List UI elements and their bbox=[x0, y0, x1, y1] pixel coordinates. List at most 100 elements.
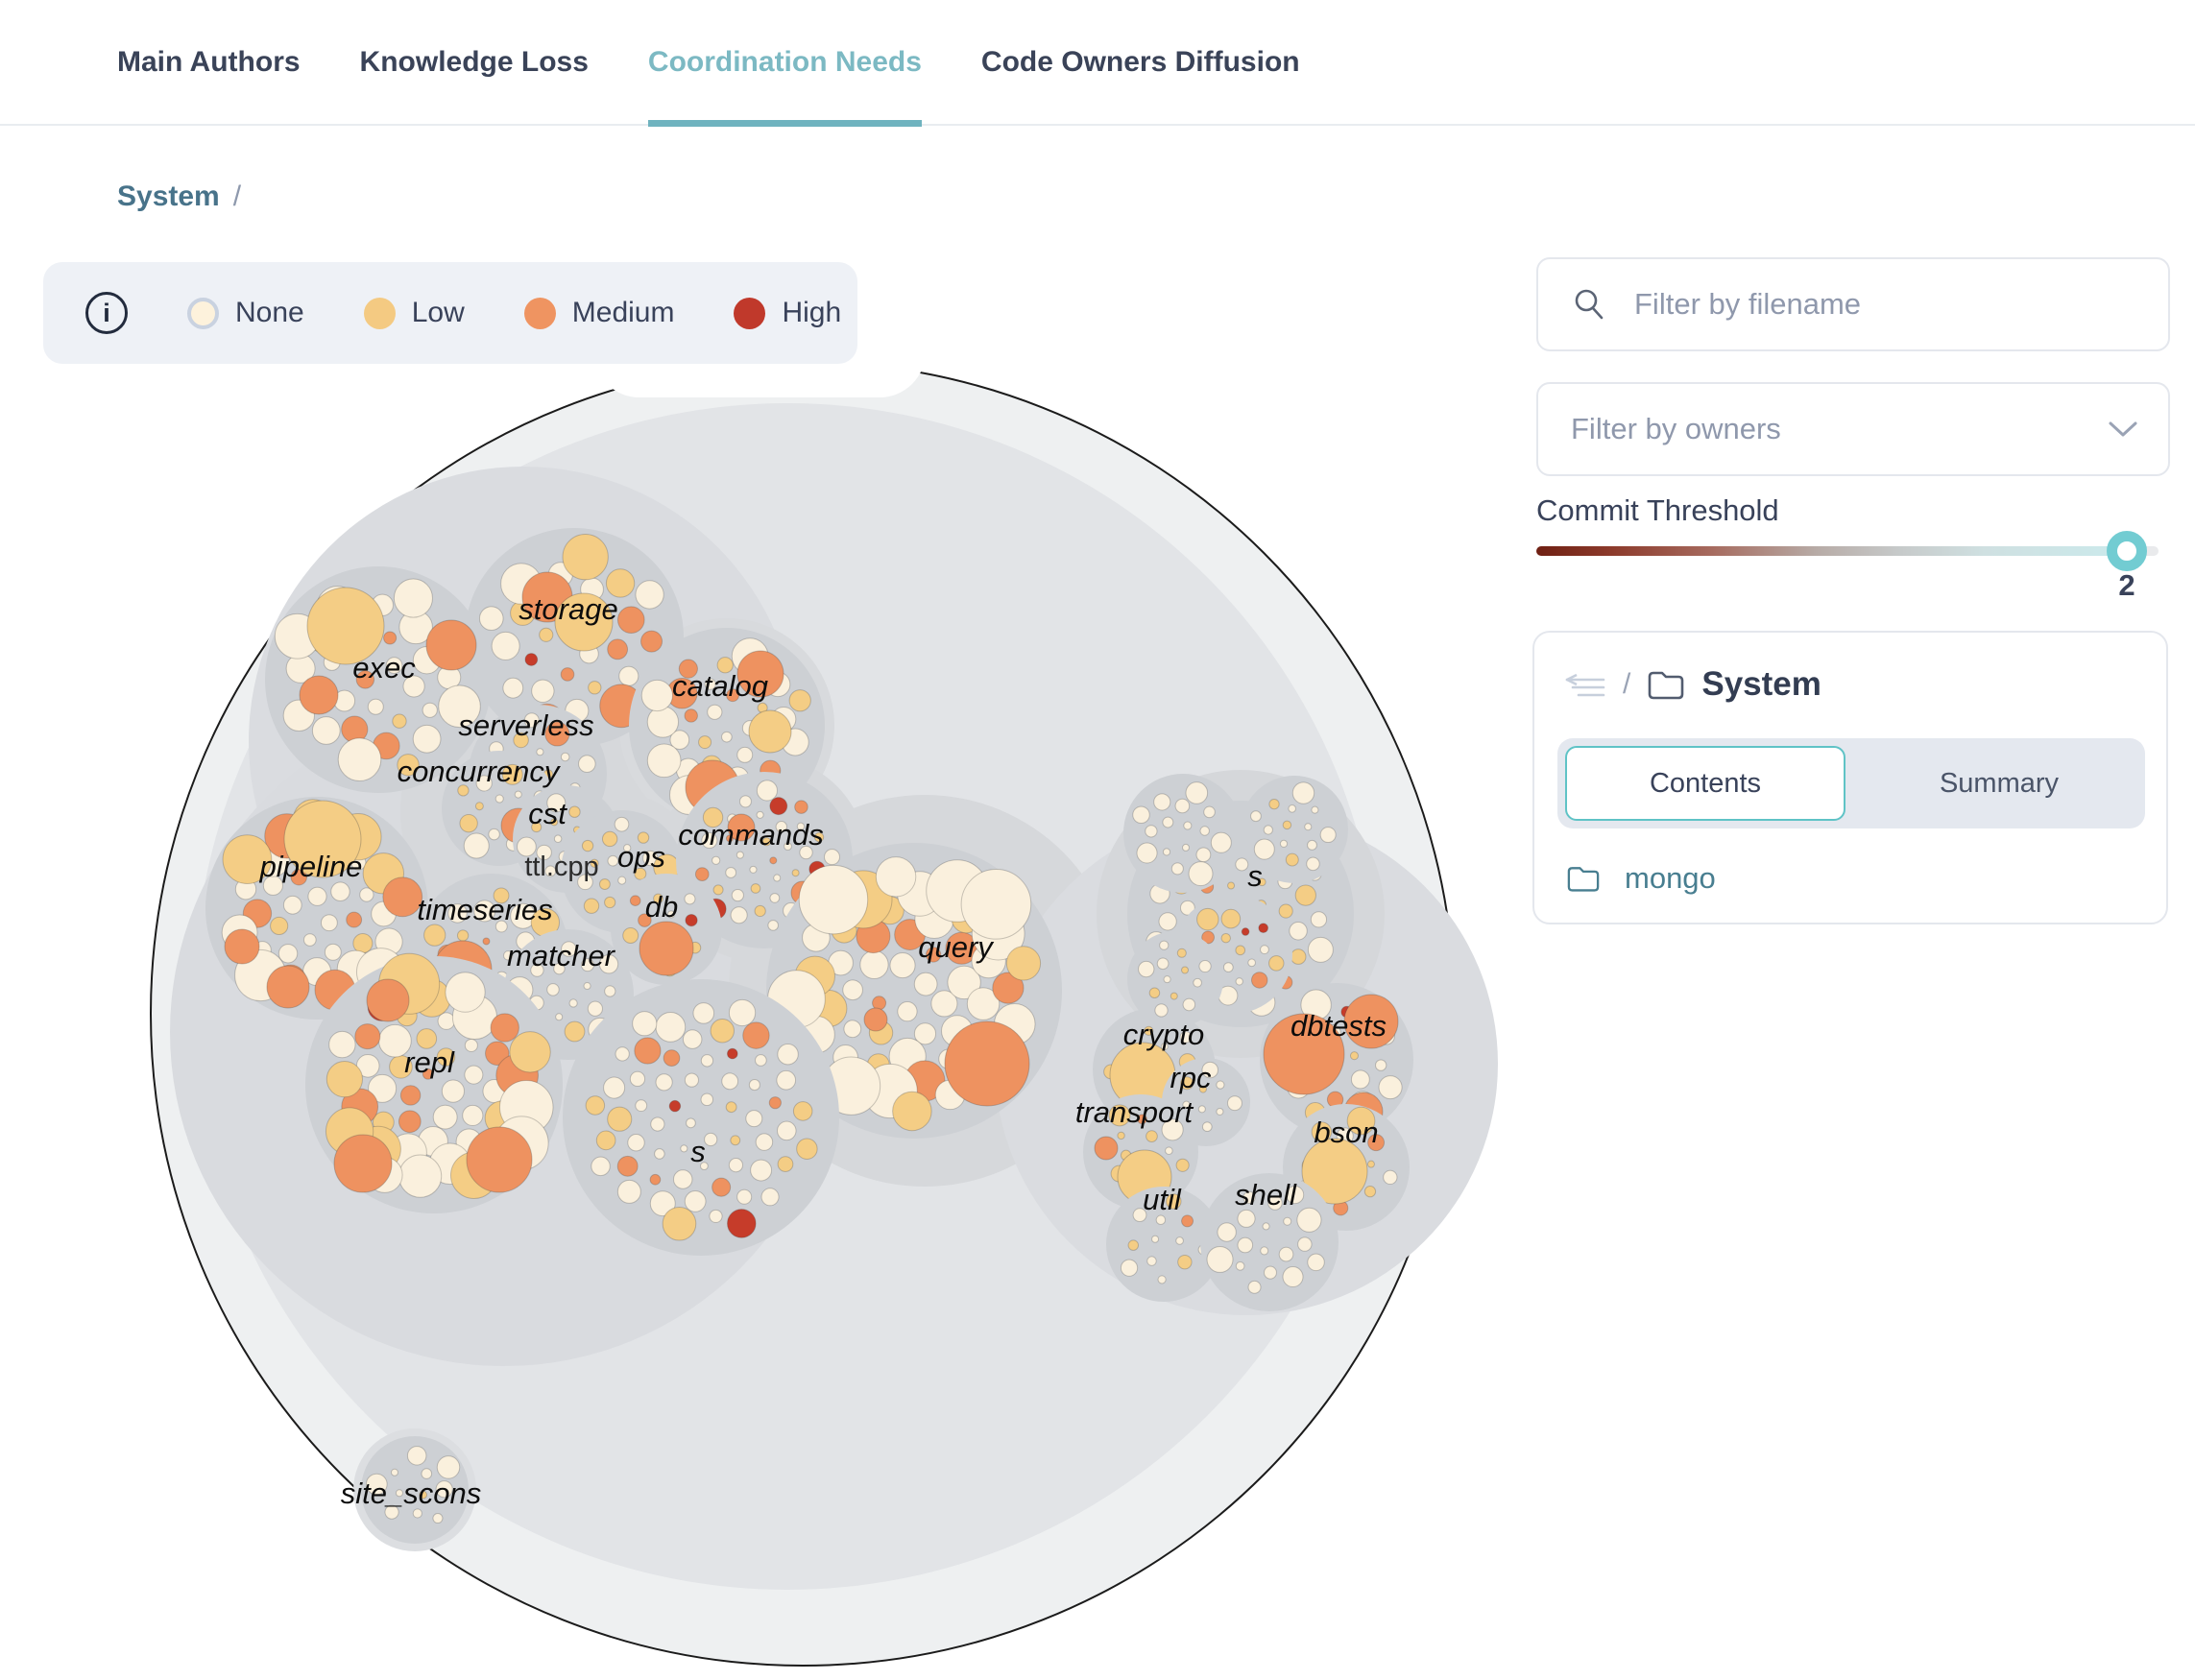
file-circle[interactable] bbox=[656, 1013, 686, 1043]
file-circle[interactable] bbox=[596, 1131, 615, 1150]
file-circle[interactable] bbox=[384, 632, 397, 644]
file-circle[interactable] bbox=[736, 852, 743, 858]
file-circle[interactable] bbox=[1164, 976, 1170, 983]
tab-contents[interactable]: Contents bbox=[1565, 746, 1845, 821]
file-circle[interactable] bbox=[1189, 862, 1213, 886]
tab-knowledge-loss[interactable]: Knowledge Loss bbox=[360, 0, 589, 125]
file-circle[interactable] bbox=[1251, 972, 1266, 988]
file-circle[interactable] bbox=[424, 924, 446, 946]
file-circle[interactable] bbox=[635, 1038, 661, 1064]
file-circle[interactable] bbox=[1155, 1004, 1168, 1017]
file-circle[interactable] bbox=[750, 866, 757, 873]
file-circle[interactable] bbox=[1279, 904, 1292, 918]
file-circle[interactable] bbox=[729, 999, 755, 1025]
file-circle[interactable] bbox=[756, 1055, 767, 1067]
file-circle[interactable] bbox=[540, 628, 553, 641]
file-circle[interactable] bbox=[1283, 821, 1290, 828]
file-circle[interactable] bbox=[1297, 1208, 1321, 1232]
file-circle[interactable] bbox=[569, 806, 580, 817]
file-circle[interactable] bbox=[588, 1001, 602, 1016]
file-circle[interactable] bbox=[1242, 928, 1249, 936]
file-circle[interactable] bbox=[1158, 1276, 1166, 1284]
file-circle[interactable] bbox=[465, 1066, 483, 1084]
file-circle[interactable] bbox=[615, 817, 629, 831]
file-circle[interactable] bbox=[685, 709, 697, 722]
file-circle[interactable] bbox=[422, 703, 437, 717]
file-circle[interactable] bbox=[655, 1149, 664, 1159]
file-circle[interactable] bbox=[1384, 1170, 1397, 1184]
file-circle[interactable] bbox=[685, 1073, 698, 1087]
file-circle[interactable] bbox=[945, 1021, 1029, 1106]
file-circle[interactable] bbox=[1128, 1240, 1138, 1250]
file-circle[interactable] bbox=[1308, 840, 1317, 850]
file-circle[interactable] bbox=[225, 929, 259, 964]
file-circle[interactable] bbox=[1196, 848, 1211, 862]
file-circle[interactable] bbox=[561, 668, 574, 682]
file-circle[interactable] bbox=[604, 1077, 625, 1098]
file-circle[interactable] bbox=[1184, 822, 1192, 829]
file-circle[interactable] bbox=[1152, 1236, 1159, 1242]
file-circle[interactable] bbox=[1182, 1215, 1194, 1227]
file-circle[interactable] bbox=[617, 607, 644, 634]
file-circle[interactable] bbox=[617, 1156, 638, 1176]
file-circle[interactable] bbox=[1279, 1247, 1293, 1261]
file-circle[interactable] bbox=[355, 1024, 380, 1049]
file-circle[interactable] bbox=[797, 1139, 817, 1159]
file-circle[interactable] bbox=[556, 1014, 563, 1020]
legend-item-none[interactable]: None bbox=[187, 297, 304, 329]
file-circle[interactable] bbox=[510, 1032, 550, 1072]
module-label[interactable]: rpc bbox=[1170, 1061, 1212, 1094]
tab-summary[interactable]: Summary bbox=[1861, 746, 2137, 821]
file-circle[interactable] bbox=[1218, 1223, 1236, 1241]
file-circle[interactable] bbox=[554, 835, 561, 842]
file-circle[interactable] bbox=[1095, 1137, 1118, 1160]
file-circle[interactable] bbox=[426, 620, 476, 670]
file-circle[interactable] bbox=[1248, 1281, 1261, 1293]
file-circle[interactable] bbox=[687, 1118, 696, 1128]
file-circle[interactable] bbox=[768, 921, 779, 931]
file-circle[interactable] bbox=[605, 986, 615, 996]
file-circle[interactable] bbox=[278, 945, 297, 963]
module-label[interactable]: catalog bbox=[672, 669, 768, 703]
file-circle[interactable] bbox=[1263, 1223, 1269, 1230]
file-circle[interactable] bbox=[1182, 967, 1189, 973]
file-circle[interactable] bbox=[1146, 1131, 1158, 1142]
file-circle[interactable] bbox=[708, 705, 722, 719]
file-circle[interactable] bbox=[751, 884, 760, 894]
file-circle[interactable] bbox=[860, 950, 888, 978]
file-circle[interactable] bbox=[303, 934, 316, 947]
file-circle[interactable] bbox=[890, 953, 915, 978]
file-circle[interactable] bbox=[1183, 998, 1194, 1010]
file-circle[interactable] bbox=[663, 1207, 696, 1240]
file-circle[interactable] bbox=[705, 1133, 717, 1145]
file-circle[interactable] bbox=[561, 753, 569, 761]
file-circle[interactable] bbox=[795, 801, 808, 814]
file-circle[interactable] bbox=[793, 1102, 812, 1121]
file-circle[interactable] bbox=[701, 1055, 712, 1067]
file-circle[interactable] bbox=[433, 1105, 457, 1129]
file-circle[interactable] bbox=[1186, 782, 1208, 804]
file-circle[interactable] bbox=[586, 1096, 604, 1115]
file-circle[interactable] bbox=[1238, 1210, 1255, 1227]
file-circle[interactable] bbox=[1350, 1052, 1358, 1060]
file-circle[interactable] bbox=[651, 1117, 664, 1131]
file-circle[interactable] bbox=[650, 1174, 661, 1185]
file-circle[interactable] bbox=[777, 1121, 796, 1140]
file-circle[interactable] bbox=[647, 744, 681, 778]
file-circle[interactable] bbox=[1156, 1215, 1165, 1224]
file-circle[interactable] bbox=[460, 814, 477, 831]
file-circle[interactable] bbox=[729, 1159, 742, 1172]
file-circle[interactable] bbox=[799, 865, 867, 933]
file-circle[interactable] bbox=[491, 1014, 519, 1042]
file-circle[interactable] bbox=[1261, 946, 1269, 954]
file-circle[interactable] bbox=[1280, 840, 1287, 847]
file-circle[interactable] bbox=[1207, 1246, 1233, 1272]
file-circle[interactable] bbox=[413, 725, 441, 753]
file-circle[interactable] bbox=[495, 795, 503, 803]
file-circle[interactable] bbox=[1121, 1260, 1137, 1276]
file-circle[interactable] bbox=[399, 1155, 442, 1197]
file-circle[interactable] bbox=[699, 736, 712, 749]
file-circle[interactable] bbox=[1006, 947, 1040, 980]
file-circle[interactable] bbox=[465, 1039, 477, 1051]
file-circle[interactable] bbox=[1147, 1257, 1156, 1265]
